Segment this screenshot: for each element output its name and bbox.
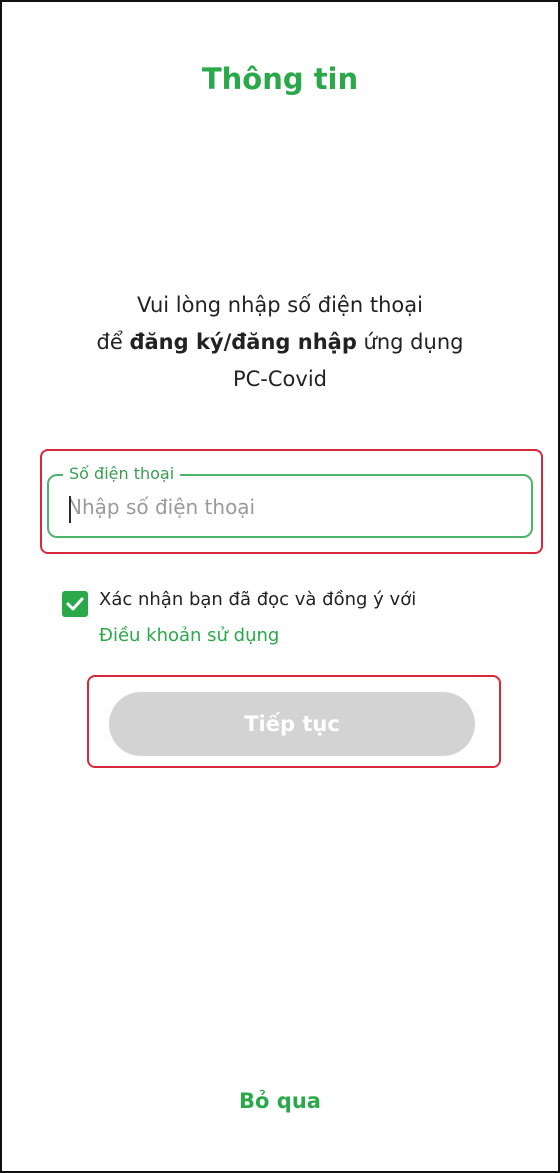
continue-button[interactable]: Tiếp tục — [109, 692, 475, 756]
text-cursor — [69, 496, 71, 523]
intro-line-2-bold: đăng ký/đăng nhập — [129, 330, 357, 354]
consent-text: Xác nhận bạn đã đọc và đồng ý với — [99, 589, 417, 610]
consent-checkbox[interactable] — [62, 591, 88, 617]
phone-field[interactable]: Số điện thoại — [47, 463, 533, 538]
app-screen: Thông tin Vui lòng nhập số điện thoại để… — [0, 0, 560, 1173]
page-title: Thông tin — [201, 62, 359, 96]
intro-line-2-suffix: ứng dụng — [356, 330, 464, 354]
intro-line-2: để đăng ký/đăng nhập ứng dụng — [2, 324, 558, 361]
intro-text: Vui lòng nhập số điện thoại để đăng ký/đ… — [2, 287, 558, 398]
intro-line-1: Vui lòng nhập số điện thoại — [137, 293, 423, 317]
intro-line-2-prefix: để — [96, 330, 130, 354]
terms-link[interactable]: Điều khoản sử dụng — [99, 623, 279, 649]
phone-field-label: Số điện thoại — [63, 463, 181, 485]
intro-line-3: PC-Covid — [232, 367, 327, 391]
check-icon — [66, 597, 84, 611]
skip-button[interactable]: Bỏ qua — [2, 1089, 558, 1113]
phone-input[interactable] — [65, 490, 509, 524]
